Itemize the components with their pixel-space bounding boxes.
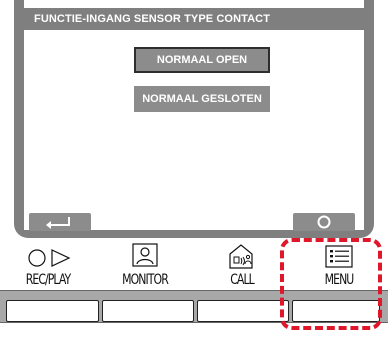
monitor-label: MONITOR	[122, 272, 169, 288]
call-label: CALL	[230, 272, 254, 288]
option-normaal-gesloten[interactable]: NORMAAL GESLOTEN	[134, 86, 270, 112]
rec-play-label: REC/PLAY	[25, 272, 71, 288]
option-normaal-open[interactable]: NORMAAL OPEN	[134, 47, 270, 73]
record-play-icon	[28, 249, 71, 267]
back-button[interactable]	[29, 213, 91, 231]
monitor-key[interactable]	[102, 300, 194, 322]
call-house-icon	[229, 244, 253, 269]
monitor-person-icon	[132, 243, 158, 267]
rec-play-key[interactable]	[6, 300, 99, 322]
return-arrow-icon	[46, 217, 70, 229]
display-screen: FUNCTIE-INGANG SENSOR TYPE CONTACT NORMA…	[24, 0, 364, 230]
screen-title: FUNCTIE-INGANG SENSOR TYPE CONTACT	[24, 8, 364, 30]
call-key[interactable]	[197, 300, 289, 322]
menu-highlight	[280, 238, 382, 330]
confirm-button[interactable]	[293, 213, 355, 231]
circle-icon	[317, 215, 331, 229]
